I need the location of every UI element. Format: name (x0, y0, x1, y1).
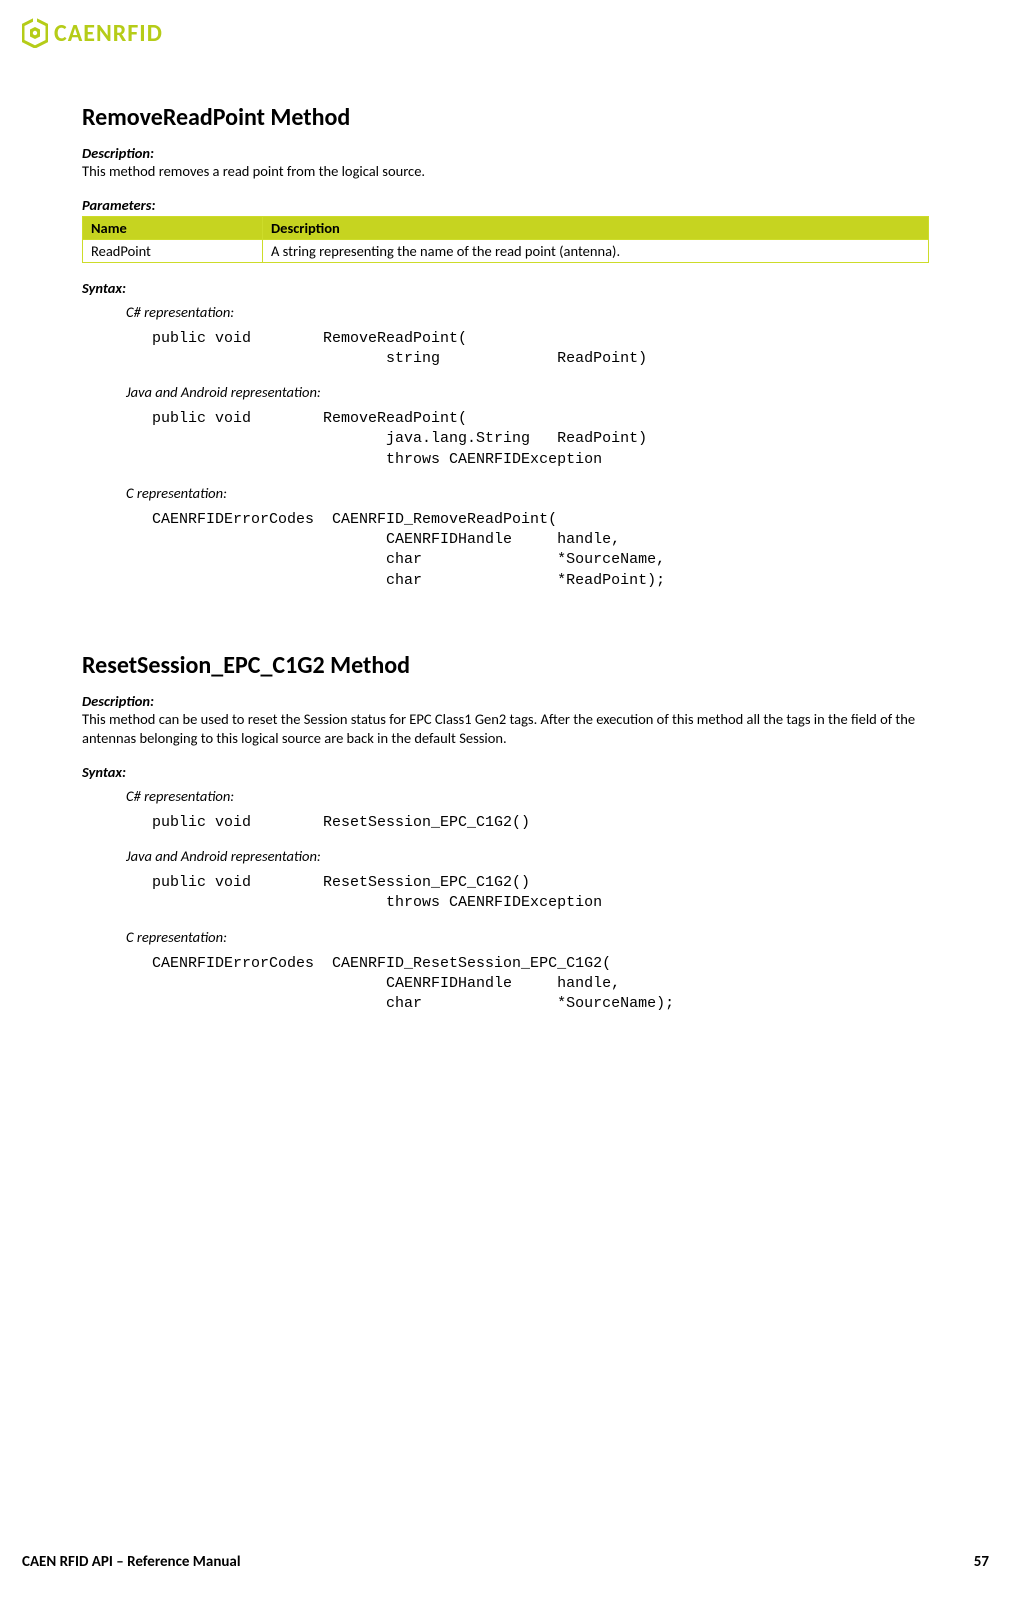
cell-name: ReadPoint (83, 239, 263, 262)
description-label: Description: (82, 692, 929, 710)
code-csharp: public void ResetSession_EPC_C1G2() (152, 813, 929, 833)
code-java: public void ResetSession_EPC_C1G2() thro… (152, 873, 929, 914)
description-label: Description: (82, 144, 929, 162)
method-removereadpoint: RemoveReadPoint Method Description: This… (82, 103, 929, 591)
parameters-table: Name Description ReadPoint A string repr… (82, 216, 929, 263)
table-row: ReadPoint A string representing the name… (83, 239, 929, 262)
rep-label-c: C representation: (126, 484, 929, 502)
footer-title: CAEN RFID API – Reference Manual (22, 1553, 241, 1571)
code-c: CAENRFIDErrorCodes CAENRFID_ResetSession… (152, 954, 929, 1015)
brand-name: CAENRFID (54, 19, 163, 48)
method-resetsession: ResetSession_EPC_C1G2 Method Description… (82, 651, 929, 1015)
page-content: RemoveReadPoint Method Description: This… (22, 48, 989, 1014)
rep-label-csharp: C# representation: (126, 303, 929, 321)
rep-label-java: Java and Android representation: (126, 847, 929, 865)
th-description: Description (263, 216, 929, 239)
method-title: ResetSession_EPC_C1G2 Method (82, 651, 929, 680)
syntax-label: Syntax: (82, 763, 929, 781)
code-c: CAENRFIDErrorCodes CAENRFID_RemoveReadPo… (152, 510, 929, 591)
code-csharp: public void RemoveReadPoint( string Read… (152, 329, 929, 370)
brand-badge-icon (22, 18, 48, 48)
rep-label-java: Java and Android representation: (126, 383, 929, 401)
page-number: 57 (974, 1553, 989, 1571)
description-text: This method removes a read point from th… (82, 162, 929, 182)
rep-label-c: C representation: (126, 928, 929, 946)
method-title: RemoveReadPoint Method (82, 103, 929, 132)
page-footer: CAEN RFID API – Reference Manual 57 (22, 1553, 989, 1571)
syntax-label: Syntax: (82, 279, 929, 297)
rep-label-csharp: C# representation: (126, 787, 929, 805)
table-header-row: Name Description (83, 216, 929, 239)
th-name: Name (83, 216, 263, 239)
description-text: This method can be used to reset the Ses… (82, 710, 929, 749)
parameters-label: Parameters: (82, 196, 929, 214)
brand-logo: CAENRFID (22, 18, 989, 48)
code-java: public void RemoveReadPoint( java.lang.S… (152, 409, 929, 470)
cell-description: A string representing the name of the re… (263, 239, 929, 262)
